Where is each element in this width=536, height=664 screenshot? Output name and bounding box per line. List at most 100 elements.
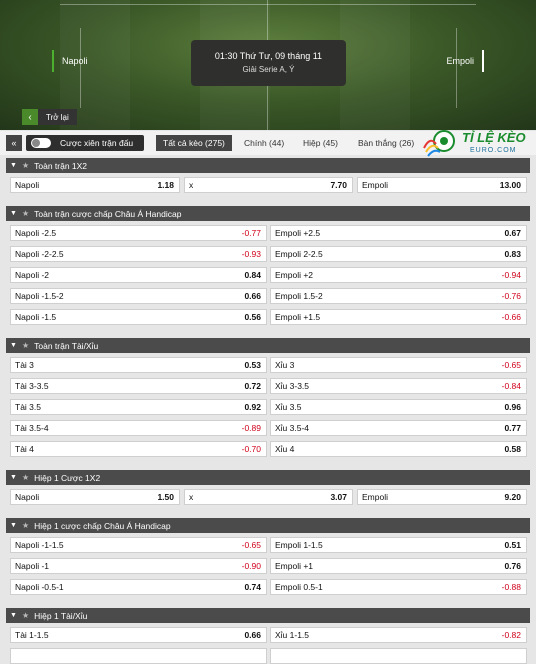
soccer-ball-icon (423, 130, 455, 157)
odds-cell[interactable]: Empoli +1.5 -0.66 (270, 309, 527, 325)
tab-all-markets[interactable]: Tất cả kèo (275) (156, 135, 232, 151)
odds-cell[interactable]: Xỉu 1-1.5 -0.82 (270, 627, 527, 643)
odds-label: Empoli +2 (275, 270, 314, 280)
section-header[interactable]: ▼ ★ Hiệp 1 Tài/Xỉu (6, 608, 530, 623)
odds-cell[interactable] (270, 648, 527, 664)
odds-cell[interactable]: Napoli -1.5 0.56 (10, 309, 267, 325)
odds-label: x (189, 492, 194, 502)
odds-value: 7.70 (330, 180, 347, 190)
star-icon[interactable]: ★ (22, 341, 29, 350)
section-header[interactable]: ▼ ★ Hiệp 1 cược chấp Châu Á Handicap (6, 518, 530, 533)
star-icon[interactable]: ★ (22, 611, 29, 620)
away-team-name: Empoli (446, 50, 484, 72)
odds-label: Napoli -2.5 (15, 228, 57, 238)
odds-value: 1.18 (157, 180, 174, 190)
match-info-box: 01:30 Thứ Tư, 09 tháng 11 Giải Serie A, … (191, 40, 346, 86)
odds-cell[interactable]: Tài 3.5-4 -0.89 (10, 420, 267, 436)
odds-cell[interactable]: Empoli +2 -0.94 (270, 267, 527, 283)
odds-cell[interactable]: x 3.07 (184, 489, 353, 505)
parlay-toggle[interactable]: Cược xiên trận đấu (26, 135, 144, 151)
chevron-left-icon: ‹ (22, 109, 38, 125)
back-button[interactable]: ‹ Trở lại (22, 109, 77, 125)
toggle-switch[interactable] (31, 138, 51, 148)
tab-main[interactable]: Chính (44) (244, 135, 284, 151)
odds-value: 0.56 (244, 312, 261, 322)
odds-cell[interactable]: Napoli -2-2.5 -0.93 (10, 246, 267, 262)
odds-label: Napoli -0.5-1 (15, 582, 64, 592)
odds-cell[interactable]: Tài 1-1.5 0.66 (10, 627, 267, 643)
odds-cell[interactable]: Xỉu 3.5-4 0.77 (270, 420, 527, 436)
odds-label: Napoli -1.5 (15, 312, 57, 322)
odds-label: Xỉu 3.5 (275, 402, 302, 412)
odds-cell[interactable]: x 7.70 (184, 177, 353, 193)
odds-value: 0.66 (244, 291, 261, 301)
tab-half[interactable]: Hiệp (45) (303, 135, 338, 151)
odds-cell[interactable]: Empoli 2-2.5 0.83 (270, 246, 527, 262)
odds-value: 0.53 (244, 360, 261, 370)
odds-value: 0.67 (504, 228, 521, 238)
star-icon[interactable]: ★ (22, 161, 29, 170)
odds-label: Tài 4 (15, 444, 34, 454)
odds-value: 0.58 (504, 444, 521, 454)
odds-label: Empoli (362, 492, 388, 502)
section-header[interactable]: ▼ ★ Toàn trận 1X2 (6, 158, 530, 173)
odds-value: 0.96 (504, 402, 521, 412)
star-icon[interactable]: ★ (22, 209, 29, 218)
odds-label: Tài 3 (15, 360, 34, 370)
section-header[interactable]: ▼ ★ Toàn trận cược chấp Châu Á Handicap (6, 206, 530, 221)
chevron-down-icon: ▼ (10, 522, 17, 529)
odds-label: Empoli +1.5 (275, 312, 321, 322)
star-icon[interactable]: ★ (22, 521, 29, 530)
odds-cell[interactable]: Napoli -2.5 -0.77 (10, 225, 267, 241)
odds-cell[interactable]: Empoli +2.5 0.67 (270, 225, 527, 241)
odds-value: -0.93 (241, 249, 261, 259)
odds-value: -0.70 (241, 444, 261, 454)
odds-cell[interactable]: Empoli 9.20 (357, 489, 527, 505)
odds-cell[interactable]: Xỉu 4 0.58 (270, 441, 527, 457)
odds-cell[interactable]: Napoli -1.5-2 0.66 (10, 288, 267, 304)
odds-cell[interactable]: Empoli 1-1.5 0.51 (270, 537, 527, 553)
odds-cell[interactable]: Napoli -1-1.5 -0.65 (10, 537, 267, 553)
odds-cell[interactable]: Empoli 0.5-1 -0.88 (270, 579, 527, 595)
odds-cell[interactable]: Empoli +1 0.76 (270, 558, 527, 574)
logo-subtitle: EURO.COM (470, 147, 517, 154)
odds-label: Empoli 2-2.5 (275, 249, 323, 259)
odds-cell[interactable]: Tài 4 -0.70 (10, 441, 267, 457)
odds-cell[interactable]: Xỉu 3.5 0.96 (270, 399, 527, 415)
odds-cell[interactable]: Napoli 1.18 (10, 177, 180, 193)
section-title: Toàn trận Tài/Xỉu (34, 340, 99, 351)
chevron-down-icon: ▼ (10, 612, 17, 619)
odds-cell[interactable]: Tài 3 0.53 (10, 357, 267, 373)
odds-cell[interactable]: Tài 3.5 0.92 (10, 399, 267, 415)
odds-cell[interactable]: Napoli -2 0.84 (10, 267, 267, 283)
odds-cell[interactable]: Xỉu 3-3.5 -0.84 (270, 378, 527, 394)
odds-cell[interactable]: Napoli 1.50 (10, 489, 180, 505)
odds-value: 0.83 (504, 249, 521, 259)
odds-label: Xỉu 3-3.5 (275, 381, 310, 391)
odds-value: 0.84 (244, 270, 261, 280)
odds-label: Xỉu 3 (275, 360, 295, 370)
collapse-all-icon[interactable]: « (6, 135, 22, 151)
tab-goals[interactable]: Bàn thắng (26) (358, 135, 414, 151)
chevron-down-icon: ▼ (10, 210, 17, 217)
odds-cell[interactable]: Napoli -1 -0.90 (10, 558, 267, 574)
star-icon[interactable]: ★ (22, 473, 29, 482)
odds-label: Xỉu 4 (275, 444, 295, 454)
section-header[interactable]: ▼ ★ Hiệp 1 Cược 1X2 (6, 470, 530, 485)
section-header[interactable]: ▼ ★ Toàn trận Tài/Xỉu (6, 338, 530, 353)
odds-label: Empoli +1 (275, 561, 314, 571)
odds-cell[interactable]: Empoli 13.00 (357, 177, 527, 193)
odds-cell[interactable]: Empoli 1.5-2 -0.76 (270, 288, 527, 304)
odds-value: -0.82 (501, 630, 521, 640)
odds-label: Napoli -1 (15, 561, 50, 571)
odds-cell[interactable]: Xỉu 3 -0.65 (270, 357, 527, 373)
odds-cell[interactable] (10, 648, 267, 664)
odds-label: Tài 1-1.5 (15, 630, 49, 640)
odds-cell[interactable]: Tài 3-3.5 0.72 (10, 378, 267, 394)
odds-cell[interactable]: Napoli -0.5-1 0.74 (10, 579, 267, 595)
chevron-down-icon: ▼ (10, 342, 17, 349)
odds-label: Tài 3.5-4 (15, 423, 49, 433)
odds-label: Napoli -1.5-2 (15, 291, 64, 301)
odds-value: -0.94 (501, 270, 521, 280)
chevron-down-icon: ▼ (10, 474, 17, 481)
